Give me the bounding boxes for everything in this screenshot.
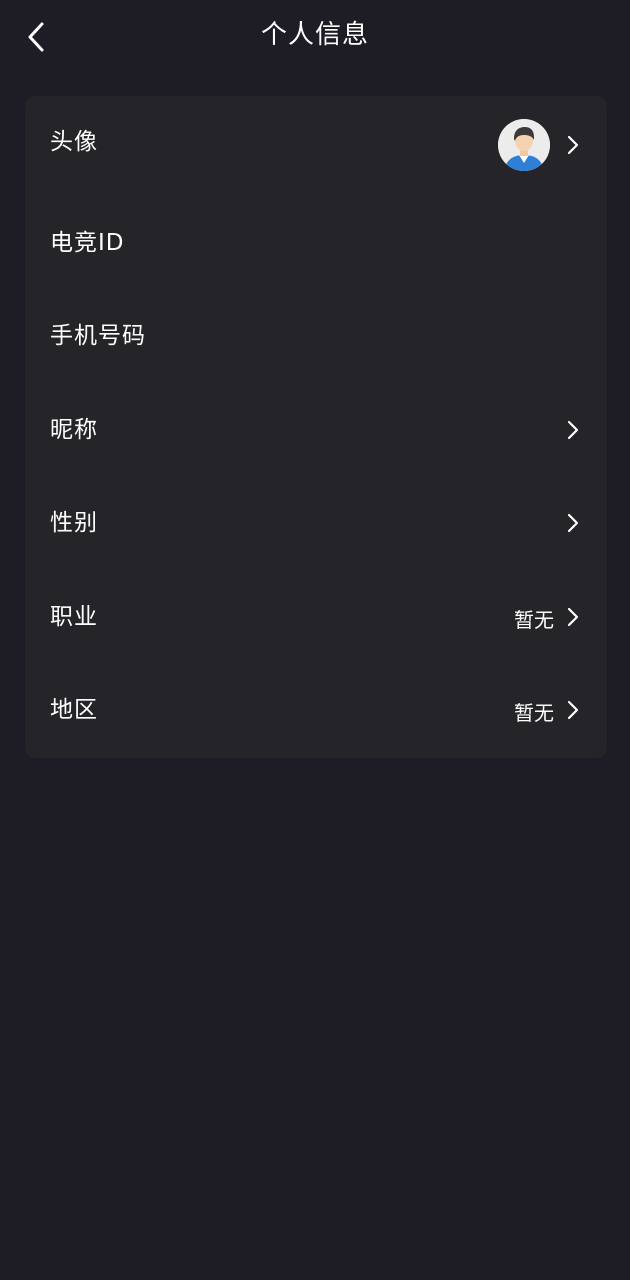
occupation-value: 暂无 <box>514 608 554 632</box>
region-row-right: 暂无 <box>514 684 582 736</box>
avatar-row-label: 头像 <box>50 129 98 155</box>
occupation-label: 职业 <box>50 604 98 630</box>
nickname-label: 昵称 <box>50 417 98 443</box>
avatar[interactable] <box>498 119 550 171</box>
occupation-row-right: 暂无 <box>514 591 582 643</box>
esports-id-row: 电竞ID <box>25 196 607 290</box>
app-screen: 个人信息 头像 电竞ID 手机号码 昵称 性别 职业 暂无 地区 暂无 <box>0 0 630 1280</box>
region-label: 地区 <box>50 697 98 723</box>
avatar-row[interactable]: 头像 <box>25 98 607 192</box>
chevron-right-icon <box>564 698 582 722</box>
chevron-right-icon <box>564 133 582 157</box>
profile-card: 头像 电竞ID 手机号码 昵称 性别 职业 暂无 地区 暂无 <box>25 96 607 758</box>
chevron-right-icon <box>564 605 582 629</box>
gender-label: 性别 <box>50 510 98 536</box>
gender-row[interactable]: 性别 <box>25 476 607 570</box>
page-title: 个人信息 <box>260 20 369 50</box>
phone-number-row: 手机号码 <box>25 289 607 383</box>
gender-row-right <box>564 497 582 549</box>
region-value: 暂无 <box>514 701 554 725</box>
user-avatar-icon <box>498 119 550 171</box>
occupation-row[interactable]: 职业 暂无 <box>25 570 607 664</box>
esports-id-label: 电竞ID <box>50 230 125 256</box>
phone-number-label: 手机号码 <box>50 323 146 349</box>
avatar-row-right <box>498 119 582 171</box>
nickname-row-right <box>564 404 582 456</box>
nickname-row[interactable]: 昵称 <box>25 383 607 477</box>
chevron-right-icon <box>564 511 582 535</box>
chevron-right-icon <box>564 418 582 442</box>
top-bar: 个人信息 <box>0 0 630 72</box>
region-row[interactable]: 地区 暂无 <box>25 663 607 757</box>
